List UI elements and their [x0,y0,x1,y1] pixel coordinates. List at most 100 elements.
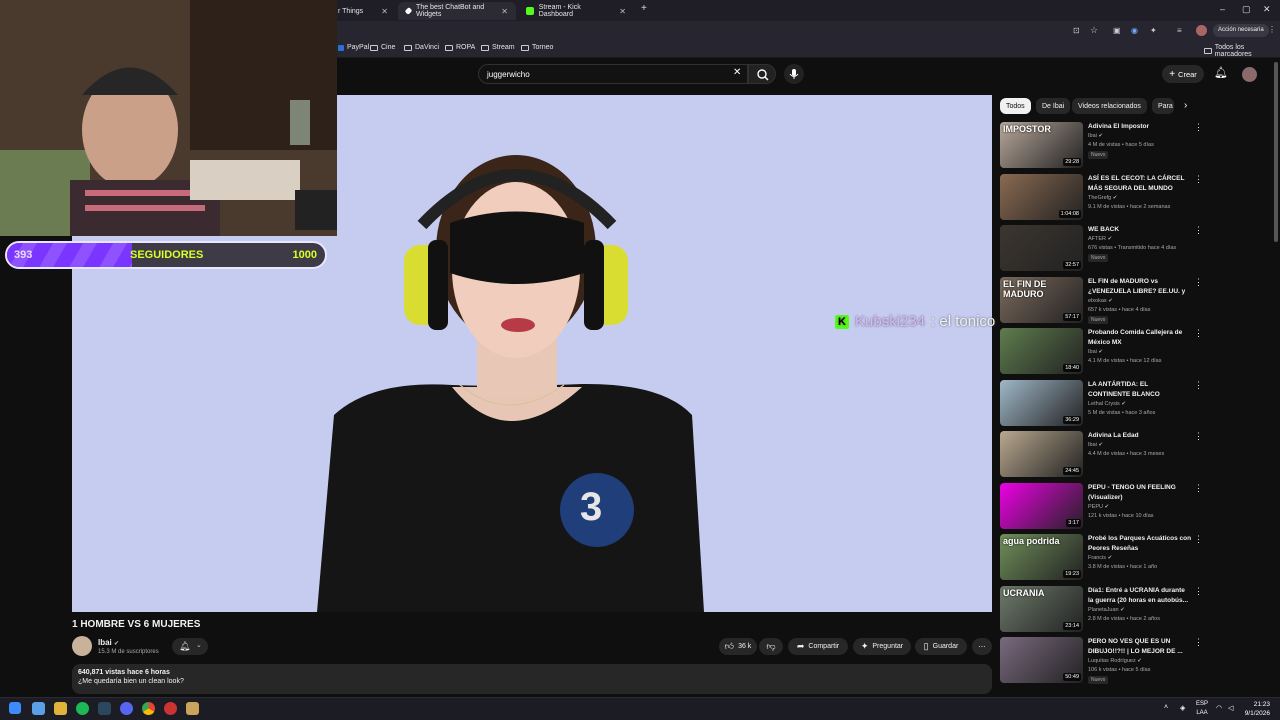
chevron-right-icon[interactable]: › [1184,100,1187,111]
chip-todos[interactable]: Todos [1000,98,1031,114]
save-button[interactable]: ▯ Guardar [915,638,967,655]
recommendation-item[interactable]: IMPOSTOR 29:28 Adivina El Impostor Ibai ✔ 4 … [1000,122,1205,168]
video-thumbnail[interactable]: EL FIN DE MADURO 57:17 [1000,276,1083,323]
maximize-icon[interactable]: ▢ [1242,4,1251,15]
recommendation-title[interactable]: EL FIN de MADURO vs ¿VENEZUELA LIBRE? EE… [1088,277,1192,297]
browser-tab[interactable]: Stream - Kick Dashboard ✕ [518,2,634,20]
recommendation-item[interactable]: UCRANIA 23:14 Día1: Entré a UCRANIA durant… [1000,585,1205,632]
volume-icon[interactable]: ◁ [1228,704,1233,712]
browser-tab[interactable]: r Things ✕ [330,2,396,20]
description-box[interactable]: 640,871 vistas hace 6 horas ¿Me quedaría… [72,664,992,694]
close-icon[interactable]: ✕ [381,7,388,16]
bookmark-davinci[interactable]: DaVinci [404,44,439,51]
more-options-icon[interactable]: ⋮ [1194,174,1203,185]
extension-icon[interactable]: ▣ [1113,26,1121,35]
windows-start-icon[interactable] [9,702,21,714]
video-thumbnail[interactable]: 50:49 [1000,637,1083,683]
network-icon[interactable]: ◈ [1180,704,1185,712]
recommendation-title[interactable]: PERO NO VES QUE ES UN DIBUJO!!?!! | LO M… [1088,637,1192,657]
recommendation-item[interactable]: EL FIN DE MADURO 57:17 EL FIN de MADURO vs… [1000,276,1205,324]
recommendation-title[interactable]: PEPU - TENGO UN FEELING (Visualizer) [1088,483,1192,503]
share-button[interactable]: ➦ Compartir [788,638,848,655]
recommendation-item[interactable]: 36:29 LA ANTÁRTIDA: EL CONTINENTE BLANCO L… [1000,379,1205,426]
bookmark-stream[interactable]: Stream [481,44,515,51]
profile-action-button[interactable]: Acción necesaria [1213,24,1269,37]
search-input[interactable]: juggerwicho [478,64,748,84]
language-indicator[interactable]: ESP LAA [1196,700,1208,718]
video-thumbnail[interactable]: IMPOSTOR 29:28 [1000,122,1083,168]
chrome-icon[interactable] [142,702,155,715]
search-button[interactable] [748,64,776,84]
more-options-icon[interactable]: ⋮ [1194,586,1203,597]
recommendation-item[interactable]: 3:17 PEPU - TENGO UN FEELING (Visualizer)… [1000,482,1205,529]
recommendation-channel[interactable]: elxokas ✔ [1088,298,1113,304]
bookmark-paypal[interactable]: PayPal [338,44,369,51]
recommendation-title[interactable]: Adivina La Edad [1088,431,1192,441]
video-thumbnail[interactable]: 3:17 [1000,482,1083,529]
recommendation-channel[interactable]: Ibai ✔ [1088,133,1103,139]
recommendation-title[interactable]: Probando Comida Callejera de México MX [1088,328,1192,348]
recommendation-title[interactable]: Día1: Entré a UCRANIA durante la guerra … [1088,586,1192,606]
recommendation-channel[interactable]: Ibai ✔ [1088,442,1103,448]
video-thumbnail[interactable]: 1:04:08 [1000,173,1083,220]
all-bookmarks[interactable]: Todos los marcadores [1204,44,1280,58]
task-view-icon[interactable] [32,702,45,715]
video-thumbnail[interactable]: 24:45 [1000,431,1083,477]
voice-search-button[interactable] [784,64,804,84]
video-thumbnail[interactable]: 32:57 [1000,225,1083,271]
profile-avatar[interactable] [1196,25,1207,36]
recommendation-channel[interactable]: Lethal Crysis ✔ [1088,401,1126,407]
clock[interactable]: 21:23 9/1/2026 [1245,700,1270,718]
recommendation-title[interactable]: WE BACK [1088,225,1192,235]
recommendation-item[interactable]: 24:45 Adivina La Edad Ibai ✔ 4.4 M de vista… [1000,431,1205,477]
clear-search-icon[interactable]: ✕ [733,67,741,78]
chip-de-ibai[interactable]: De Ibai [1036,98,1071,114]
more-options-icon[interactable]: ⋮ [1194,328,1203,339]
wifi-icon[interactable]: ◠ [1216,704,1222,712]
recommendation-item[interactable]: 1:04:08 ASÍ ES EL CECOT: LA CÁRCEL MÁS SE… [1000,173,1205,220]
star-icon[interactable]: ☆ [1090,25,1098,36]
recommendation-channel[interactable]: AFTER ✔ [1088,236,1112,242]
recommendation-channel[interactable]: Francis ✔ [1088,555,1112,561]
chevron-up-icon[interactable]: ˄ [1164,704,1168,711]
spotify-icon[interactable] [76,702,89,715]
video-thumbnail[interactable]: 36:29 [1000,379,1083,426]
browser-tab[interactable]: The best ChatBot and Widgets ✕ [398,2,516,20]
file-explorer-icon[interactable] [54,702,67,715]
recommendation-channel[interactable]: PlanetaJuan ✔ [1088,607,1125,613]
recommendation-channel[interactable]: Luquitas Rodríguez ✔ [1088,658,1142,664]
obs-icon[interactable] [164,702,177,715]
video-thumbnail[interactable]: 18:40 [1000,328,1083,374]
ask-button[interactable]: ✦ Preguntar [853,638,911,655]
scrollbar[interactable] [1274,62,1278,242]
recommendation-title[interactable]: LA ANTÁRTIDA: EL CONTINENTE BLANCO [1088,380,1192,400]
recommendation-title[interactable]: Probé los Parques Acuáticos con Peores R… [1088,534,1192,554]
audio-icon[interactable]: ◉ [1131,26,1138,35]
more-options-icon[interactable]: ⋮ [1194,225,1203,236]
close-window-icon[interactable]: ✕ [1263,4,1271,15]
close-icon[interactable]: ✕ [501,7,508,16]
subscription-bell-button[interactable]: 🔔︎ ⌄ [172,638,208,655]
more-options-icon[interactable]: ⋮ [1194,277,1203,288]
dislike-button[interactable]: 👎︎ [759,638,783,655]
new-tab-button[interactable]: + [641,3,647,14]
more-options-icon[interactable]: ⋮ [1194,637,1203,648]
minimize-icon[interactable]: – [1220,4,1225,14]
recommendation-channel[interactable]: Ibai ✔ [1088,349,1103,355]
chip-videos-relacionados[interactable]: Videos relacionados [1072,98,1147,114]
bookmark-ropa[interactable]: ROPA [445,44,475,51]
more-options-icon[interactable]: ⋮ [1194,483,1203,494]
more-options-icon[interactable]: ⋮ [1194,431,1203,442]
install-icon[interactable]: ⊡ [1073,26,1080,35]
more-actions-button[interactable]: ⋯ [972,638,992,655]
chip-para[interactable]: Para [1152,98,1174,114]
create-button[interactable]: + Crear [1162,65,1204,83]
league-icon[interactable] [186,702,199,715]
channel-avatar[interactable] [72,636,92,656]
account-avatar[interactable] [1242,67,1257,82]
notifications-bell-icon[interactable]: 🔔︎ [1214,66,1228,79]
media-icon[interactable]: ≡ [1177,26,1182,35]
close-icon[interactable]: ✕ [619,7,626,16]
video-thumbnail[interactable]: UCRANIA 23:14 [1000,585,1083,632]
video-thumbnail[interactable]: agua podrida 19:23 [1000,534,1083,580]
